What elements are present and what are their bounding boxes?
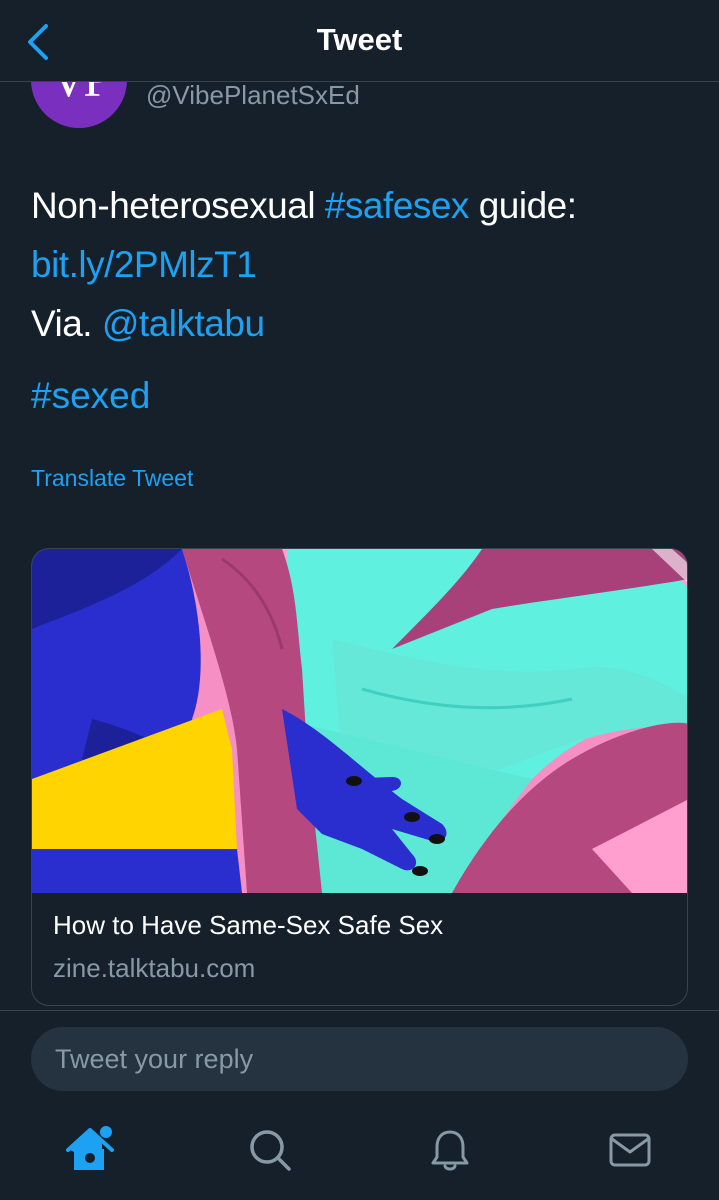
tweet-line-3: Via. @talktabu <box>31 294 691 353</box>
tweet-line-1: Non-heterosexual #safesex guide: <box>31 176 691 235</box>
mention-link-talktabu[interactable]: @talktabu <box>102 303 265 344</box>
page-title: Tweet <box>316 22 403 57</box>
search-icon <box>250 1130 291 1171</box>
translate-tweet-button[interactable]: Translate Tweet <box>31 465 193 492</box>
hashtag-link-safesex[interactable]: #safesex <box>325 185 470 226</box>
tab-notifications[interactable] <box>422 1122 478 1178</box>
home-icon <box>66 1126 114 1170</box>
tweet-text-suffix: guide: <box>468 185 577 226</box>
bottom-tab-bar <box>0 1102 719 1200</box>
top-navigation-bar: Tweet <box>0 0 719 82</box>
short-url-link[interactable]: bit.ly/2PMlzT1 <box>31 235 691 294</box>
reply-input[interactable] <box>31 1027 688 1091</box>
author-handle[interactable]: @VibePlanetSxEd <box>146 80 360 111</box>
card-illustration-image <box>32 549 687 893</box>
tab-home[interactable] <box>62 1122 118 1178</box>
link-preview-card[interactable]: How to Have Same-Sex Safe Sex zine.talkt… <box>31 548 688 1006</box>
card-title: How to Have Same-Sex Safe Sex <box>53 910 444 940</box>
bell-icon <box>431 1130 469 1171</box>
card-domain: zine.talktabu.com <box>53 953 256 983</box>
tweet-detail-screen: VP @VibePlanetSxEd Non-heterosexual #saf… <box>0 0 719 1200</box>
tab-messages[interactable] <box>602 1122 658 1178</box>
tweet-body: Non-heterosexual #safesex guide: bit.ly/… <box>31 176 691 353</box>
tweet-content: VP @VibePlanetSxEd Non-heterosexual #saf… <box>0 0 719 1010</box>
mail-icon <box>609 1133 651 1167</box>
tweet-text-prefix: Non-heterosexual <box>31 185 325 226</box>
tab-search[interactable] <box>242 1122 298 1178</box>
hashtag-link-sexed[interactable]: #sexed <box>31 366 150 425</box>
via-text: Via. <box>31 303 102 344</box>
reply-bar <box>0 1010 719 1102</box>
